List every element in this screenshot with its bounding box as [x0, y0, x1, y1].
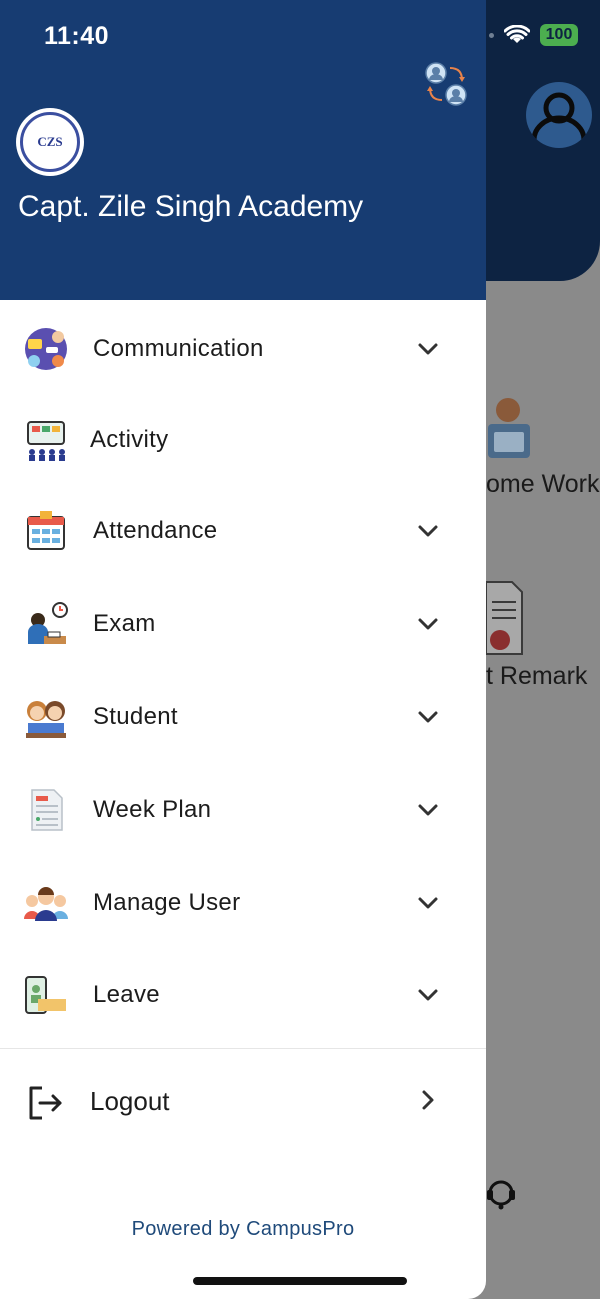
homework-tile-label: ome Work	[486, 470, 600, 498]
menu-label: Leave	[93, 981, 160, 1008]
student-icon	[26, 701, 66, 738]
communication-icon	[25, 328, 67, 370]
logout-button[interactable]: Logout	[0, 1066, 486, 1138]
menu-label: Student	[93, 703, 178, 730]
menu-label: Week Plan	[93, 796, 212, 823]
divider	[0, 1048, 486, 1049]
wifi-icon	[504, 25, 530, 43]
menu-label: Exam	[93, 610, 156, 637]
chevron-down-icon[interactable]	[414, 889, 442, 917]
powered-by-text: Powered by CampusPro	[131, 1218, 355, 1240]
chevron-right-icon	[422, 1090, 434, 1110]
chevron-down-icon[interactable]	[414, 517, 442, 545]
remark-tile-label: t Remark	[486, 662, 588, 690]
chevron-down-icon[interactable]	[414, 335, 442, 363]
logout-icon	[29, 1086, 62, 1120]
menu-item-manage-user[interactable]: Manage User	[0, 858, 486, 948]
logout-label: Logout	[90, 1086, 170, 1116]
menu-label: Activity	[90, 426, 169, 453]
menu-item-student[interactable]: Student	[0, 672, 486, 762]
menu-item-activity[interactable]: Activity	[0, 395, 486, 485]
menu-item-communication[interactable]: Communication	[0, 304, 486, 394]
school-name: Capt. Zile Singh Academy	[18, 190, 364, 223]
leave-icon	[25, 976, 66, 1014]
manage-user-icon	[24, 887, 68, 921]
exam-icon	[28, 602, 68, 644]
menu-item-week-plan[interactable]: Week Plan	[0, 765, 486, 855]
chevron-down-icon[interactable]	[414, 796, 442, 824]
drawer-header: 11:40 CZS Capt. Zile Singh Academy	[0, 0, 486, 300]
chevron-down-icon[interactable]	[414, 610, 442, 638]
menu-item-leave[interactable]: Leave	[0, 950, 486, 1040]
support-icon[interactable]	[484, 1176, 518, 1210]
chevron-down-icon[interactable]	[414, 703, 442, 731]
battery-indicator: 100	[540, 24, 578, 46]
activity-icon	[27, 421, 65, 461]
home-indicator[interactable]	[193, 1277, 407, 1285]
switch-user-icon[interactable]	[422, 60, 470, 108]
logo-text: CZS	[37, 134, 63, 149]
chevron-down-icon[interactable]	[414, 981, 442, 1009]
menu-item-attendance[interactable]: Attendance	[0, 486, 486, 576]
homework-tile-icon[interactable]	[484, 388, 536, 460]
navigation-drawer: 11:40 CZS Capt. Zile Singh Academy Commu…	[0, 0, 486, 1299]
school-logo: CZS	[16, 108, 84, 176]
menu-label: Communication	[93, 335, 264, 362]
profile-avatar-icon[interactable]	[526, 82, 592, 148]
status-time: 11:40	[44, 22, 110, 50]
menu-label: Attendance	[93, 517, 218, 544]
menu-item-exam[interactable]: Exam	[0, 579, 486, 669]
menu-label: Manage User	[93, 889, 241, 916]
week-plan-icon	[31, 789, 63, 831]
remark-tile-icon[interactable]	[484, 580, 524, 656]
attendance-icon	[27, 511, 65, 550]
